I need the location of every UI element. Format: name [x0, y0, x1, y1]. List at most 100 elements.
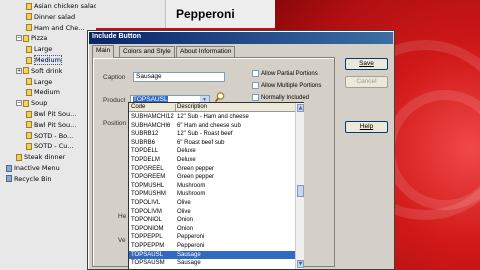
dropdown-row[interactable]: TOPSAUSL Sausage	[129, 250, 295, 259]
dropdown-row[interactable]: SUBHAMCHI6 6" Ham and cheese sub	[129, 122, 295, 130]
menu-item-icon	[26, 142, 32, 150]
menu-item-icon	[26, 110, 32, 118]
tree-item[interactable]: Large	[26, 77, 52, 87]
system-folder-icon	[6, 175, 12, 183]
product-code: TOPMUSHM	[131, 191, 166, 198]
column-header-code[interactable]: Code	[131, 103, 145, 112]
folder-icon	[23, 67, 29, 75]
cancel-button[interactable]: Cancel	[345, 76, 388, 88]
menu-item-icon	[16, 153, 22, 161]
product-description: Pepperoni	[177, 243, 205, 249]
dropdown-row[interactable]: TOPGREEM Green pepper	[129, 173, 295, 181]
product-description: Olive	[177, 200, 191, 206]
menu-item-icon	[26, 132, 32, 140]
dropdown-row[interactable]: TOPOLIVL Olive	[129, 199, 295, 207]
scroll-up-icon[interactable]: ▲	[297, 104, 304, 112]
tree-item[interactable]: Medium	[26, 87, 60, 97]
tree-expander-icon[interactable]: −	[16, 35, 22, 42]
tree-item[interactable]: − Pizza	[16, 33, 47, 43]
button-preview-card: Pepperoni	[165, 0, 275, 28]
tree-item-label: Soft drink	[31, 66, 63, 75]
normally-included-label: Normally Included	[261, 95, 310, 102]
caption-input[interactable]: Sausage	[133, 72, 225, 82]
dropdown-header: Code Description	[129, 103, 295, 112]
tree-item-label: Steak dinner	[24, 153, 66, 162]
menu-item-icon	[26, 45, 32, 53]
allow-partial-portions-checkbox[interactable]: Allow Partial Portions	[252, 70, 318, 78]
product-code: TOPDELM	[131, 157, 160, 163]
column-header-description[interactable]: Description	[177, 103, 207, 112]
tree-item[interactable]: Inactive Menu	[6, 163, 60, 173]
tree-item[interactable]: Large	[26, 44, 52, 54]
product-code: TOPOLIVM	[131, 208, 162, 215]
product-code: TOPONIOL	[131, 217, 162, 224]
product-description: Onion	[177, 225, 194, 232]
tree-item[interactable]: + Soft drink	[16, 66, 62, 76]
vertical-label: Ve	[118, 237, 126, 244]
tree-item[interactable]: Asian chicken salad	[26, 1, 98, 11]
tree-item-label: Pizza	[31, 34, 48, 43]
tree-item-label: Large	[34, 45, 53, 54]
tree-item-label: Large	[34, 77, 53, 86]
tree-item[interactable]: Dinner salad	[26, 12, 75, 22]
normally-included-checkbox[interactable]: Normally Included	[252, 94, 309, 102]
tree-item[interactable]: SOTD - Bo...	[26, 131, 73, 141]
dropdown-row[interactable]: SUBRB12 12" Sub - Roast beef	[129, 130, 295, 138]
tree-item[interactable]: Ham and Che...	[26, 23, 84, 33]
help-button[interactable]: Help	[345, 121, 388, 133]
scroll-thumb[interactable]	[297, 185, 304, 197]
product-code: SUBHAMCHI6	[131, 122, 171, 129]
allow-multiple-portions-checkbox[interactable]: Allow Multiple Portions	[252, 82, 321, 90]
dropdown-row[interactable]: TOPMUSHL Mushroom	[129, 182, 295, 190]
product-description: Sausage	[177, 251, 201, 258]
tree-item[interactable]: Medium	[26, 55, 62, 65]
tree-item-label: Ham and Che...	[34, 23, 85, 32]
product-description: 12" Sub - Ham and cheese	[177, 114, 249, 120]
product-description: 12" Sub - Roast beef	[177, 131, 233, 138]
product-code: TOPDELL	[131, 148, 159, 155]
menu-item-icon	[26, 121, 32, 129]
tree-expander-icon[interactable]: −	[16, 100, 22, 107]
dropdown-row[interactable]: TOPPEPPM Pepperoni	[129, 242, 295, 250]
tree-item[interactable]: − Soup	[16, 98, 47, 108]
product-description: Olive	[177, 208, 191, 215]
dropdown-row[interactable]: TOPOLIVM Olive	[129, 208, 295, 216]
tree-item[interactable]: SOTD - Cu...	[26, 141, 74, 151]
tree-item[interactable]: Bwl Pit Sou...	[26, 109, 76, 119]
product-code: TOPSAUSM	[131, 260, 165, 267]
dropdown-row[interactable]: TOPONIOL Onion	[129, 216, 295, 224]
tree-item-label: Medium	[34, 55, 62, 65]
dropdown-row[interactable]: TOPGREEL Green pepper	[129, 165, 295, 173]
tree-expander-icon[interactable]: +	[16, 67, 22, 74]
dropdown-scrollbar[interactable]: ▲ ▼	[295, 103, 304, 269]
tab-about-information[interactable]: About Information	[176, 46, 236, 57]
dropdown-row[interactable]: SUBHAMCHI12 12" Sub - Ham and cheese	[129, 113, 295, 121]
scroll-down-icon[interactable]: ▼	[297, 260, 304, 268]
dropdown-row[interactable]: TOPSAUSM Sausage	[129, 259, 295, 267]
position-label: Position	[103, 120, 127, 127]
menu-item-icon	[26, 56, 32, 64]
menu-item-icon	[26, 24, 32, 32]
folder-icon	[23, 99, 29, 107]
dialog-titlebar[interactable]: Include Button	[89, 32, 393, 44]
product-dropdown-list[interactable]: Code Description SUBHAMCHI12 12" Sub - Ha…	[128, 102, 304, 270]
dialog-title: Include Button	[92, 33, 141, 40]
dropdown-row[interactable]: SUBRB6 6" Roast beef sub	[129, 139, 295, 147]
dropdown-row[interactable]: TOPPEPPL Pepperoni	[129, 233, 295, 241]
dropdown-row[interactable]: TOPDELL Deluxe	[129, 147, 295, 155]
dropdown-row[interactable]: TOPONIOM Onion	[129, 225, 295, 233]
tab-colors-and-style[interactable]: Colors and Style	[119, 46, 175, 57]
dropdown-row[interactable]: TOPDELM Deluxe	[129, 156, 295, 164]
product-description: 6" Ham and cheese sub	[177, 122, 241, 129]
dropdown-row[interactable]: TOPMUSHM Mushroom	[129, 190, 295, 198]
folder-icon	[23, 34, 29, 42]
tree-item[interactable]: Bwl Pit Sou...	[26, 120, 76, 130]
cancel-button-label: Cancel	[356, 78, 377, 85]
save-button[interactable]: Save	[345, 58, 388, 70]
tree-item[interactable]: Steak dinner	[16, 152, 65, 162]
product-description: Deluxe	[177, 148, 196, 155]
tree-item[interactable]: Recycle Bin	[6, 174, 51, 184]
tree-item-label: Medium	[34, 88, 60, 97]
tab-main[interactable]: Main	[92, 45, 115, 58]
allow-multiple-portions-label: Allow Multiple Portions	[261, 83, 322, 90]
